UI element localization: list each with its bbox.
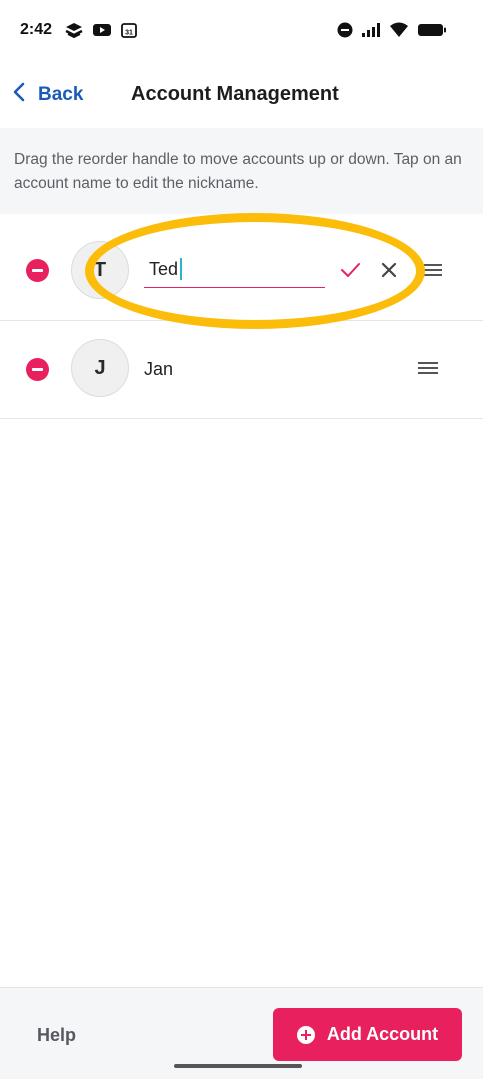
remove-account-button[interactable] xyxy=(26,358,49,381)
close-icon xyxy=(378,262,400,285)
nickname-value: Ted xyxy=(149,259,179,279)
screen: 2:42 31 Back Account Management Drag the… xyxy=(0,0,483,1079)
avatar: T xyxy=(71,241,129,299)
stack-app-icon xyxy=(64,21,84,39)
account-row: J Jan xyxy=(0,321,483,419)
battery-icon xyxy=(417,22,447,38)
checkmark-icon xyxy=(339,263,361,285)
confirm-nickname-button[interactable] xyxy=(339,259,361,281)
account-name[interactable]: Jan xyxy=(144,359,173,380)
status-icons-right xyxy=(337,22,463,38)
remove-account-button[interactable] xyxy=(26,259,49,282)
avatar-initial: J xyxy=(94,356,106,379)
instructions-banner: Drag the reorder handle to move accounts… xyxy=(0,128,483,214)
add-account-label: Add Account xyxy=(326,1024,439,1044)
status-icons-left: 31 xyxy=(64,21,138,39)
text-caret xyxy=(180,258,182,280)
add-account-button[interactable]: Add Account xyxy=(273,1008,462,1061)
nickname-input[interactable]: Ted xyxy=(144,250,325,288)
signal-icon xyxy=(361,22,381,38)
status-time: 2:42 xyxy=(20,21,53,38)
calendar-day: 31 xyxy=(125,30,133,37)
footer: Help Add Account xyxy=(0,987,483,1079)
reorder-handle-icon[interactable] xyxy=(422,264,442,278)
reorder-handle-icon[interactable] xyxy=(418,362,438,376)
plus-circle-icon xyxy=(296,1025,315,1044)
header: Back Account Management xyxy=(0,60,483,128)
back-label: Back xyxy=(38,84,84,105)
status-bar: 2:42 31 xyxy=(0,0,483,60)
page-title: Account Management xyxy=(131,83,339,105)
youtube-icon xyxy=(92,22,112,38)
wifi-icon xyxy=(389,22,409,38)
instructions-text: Drag the reorder handle to move accounts… xyxy=(14,151,462,192)
chevron-left-icon xyxy=(12,82,26,108)
do-not-disturb-icon xyxy=(337,22,353,38)
calendar-icon: 31 xyxy=(120,21,138,39)
avatar: J xyxy=(71,339,129,397)
cancel-edit-button[interactable] xyxy=(378,259,400,281)
back-button[interactable]: Back xyxy=(12,82,83,108)
help-link[interactable]: Help xyxy=(37,1025,76,1046)
avatar-initial: T xyxy=(93,258,107,281)
home-indicator xyxy=(174,1064,302,1068)
